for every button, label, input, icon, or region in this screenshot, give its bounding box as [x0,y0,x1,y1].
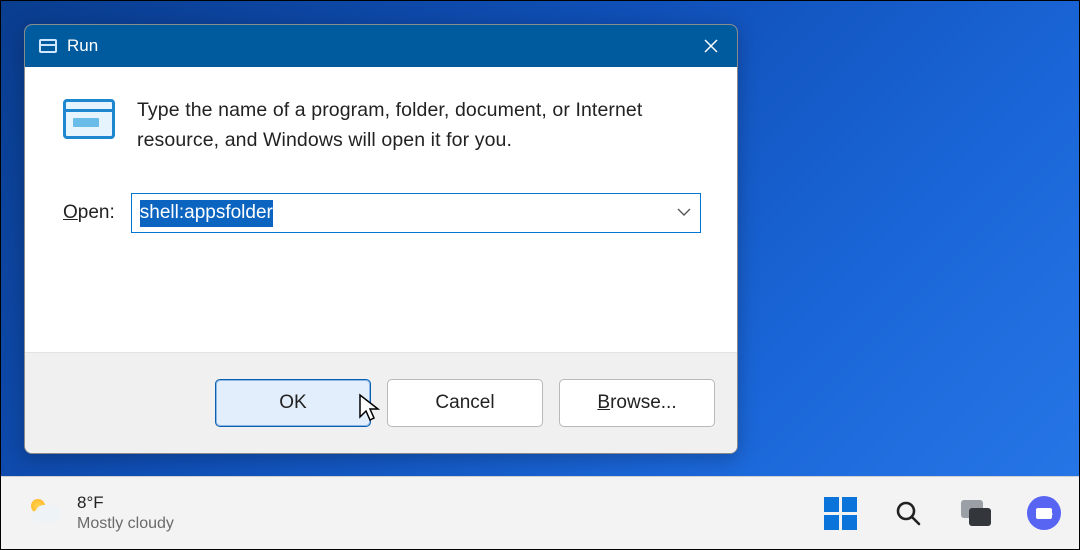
start-button[interactable] [823,496,857,530]
run-dialog: Run Type the name of a program, folder, … [24,24,738,454]
cancel-button[interactable]: Cancel [387,379,543,427]
search-icon [894,499,922,527]
dialog-footer: OK Cancel Browse... [25,352,737,453]
dialog-body: Type the name of a program, folder, docu… [25,67,737,352]
search-button[interactable] [891,496,925,530]
browse-button[interactable]: Browse... [559,379,715,427]
close-icon [703,38,719,54]
weather-widget[interactable]: 8°F Mostly cloudy [31,492,174,533]
dialog-title: Run [67,36,685,56]
open-input[interactable] [131,193,701,233]
dialog-description: Type the name of a program, folder, docu… [137,95,709,155]
run-title-icon [39,39,57,53]
taskbar: 8°F Mostly cloudy [1,476,1079,549]
windows-logo-icon [824,497,857,530]
weather-condition: Mostly cloudy [77,514,174,534]
chat-icon [1027,496,1061,530]
task-view-icon [961,500,991,526]
open-label: Open: [63,202,115,224]
ok-button[interactable]: OK [215,379,371,427]
close-button[interactable] [685,25,737,67]
run-dialog-icon [63,99,115,139]
open-combobox[interactable]: shell:appsfolder [131,193,701,233]
titlebar[interactable]: Run [25,25,737,67]
weather-temperature: 8°F [77,492,174,513]
chat-button[interactable] [1027,496,1061,530]
task-view-button[interactable] [959,496,993,530]
weather-cloudy-icon [31,499,63,527]
